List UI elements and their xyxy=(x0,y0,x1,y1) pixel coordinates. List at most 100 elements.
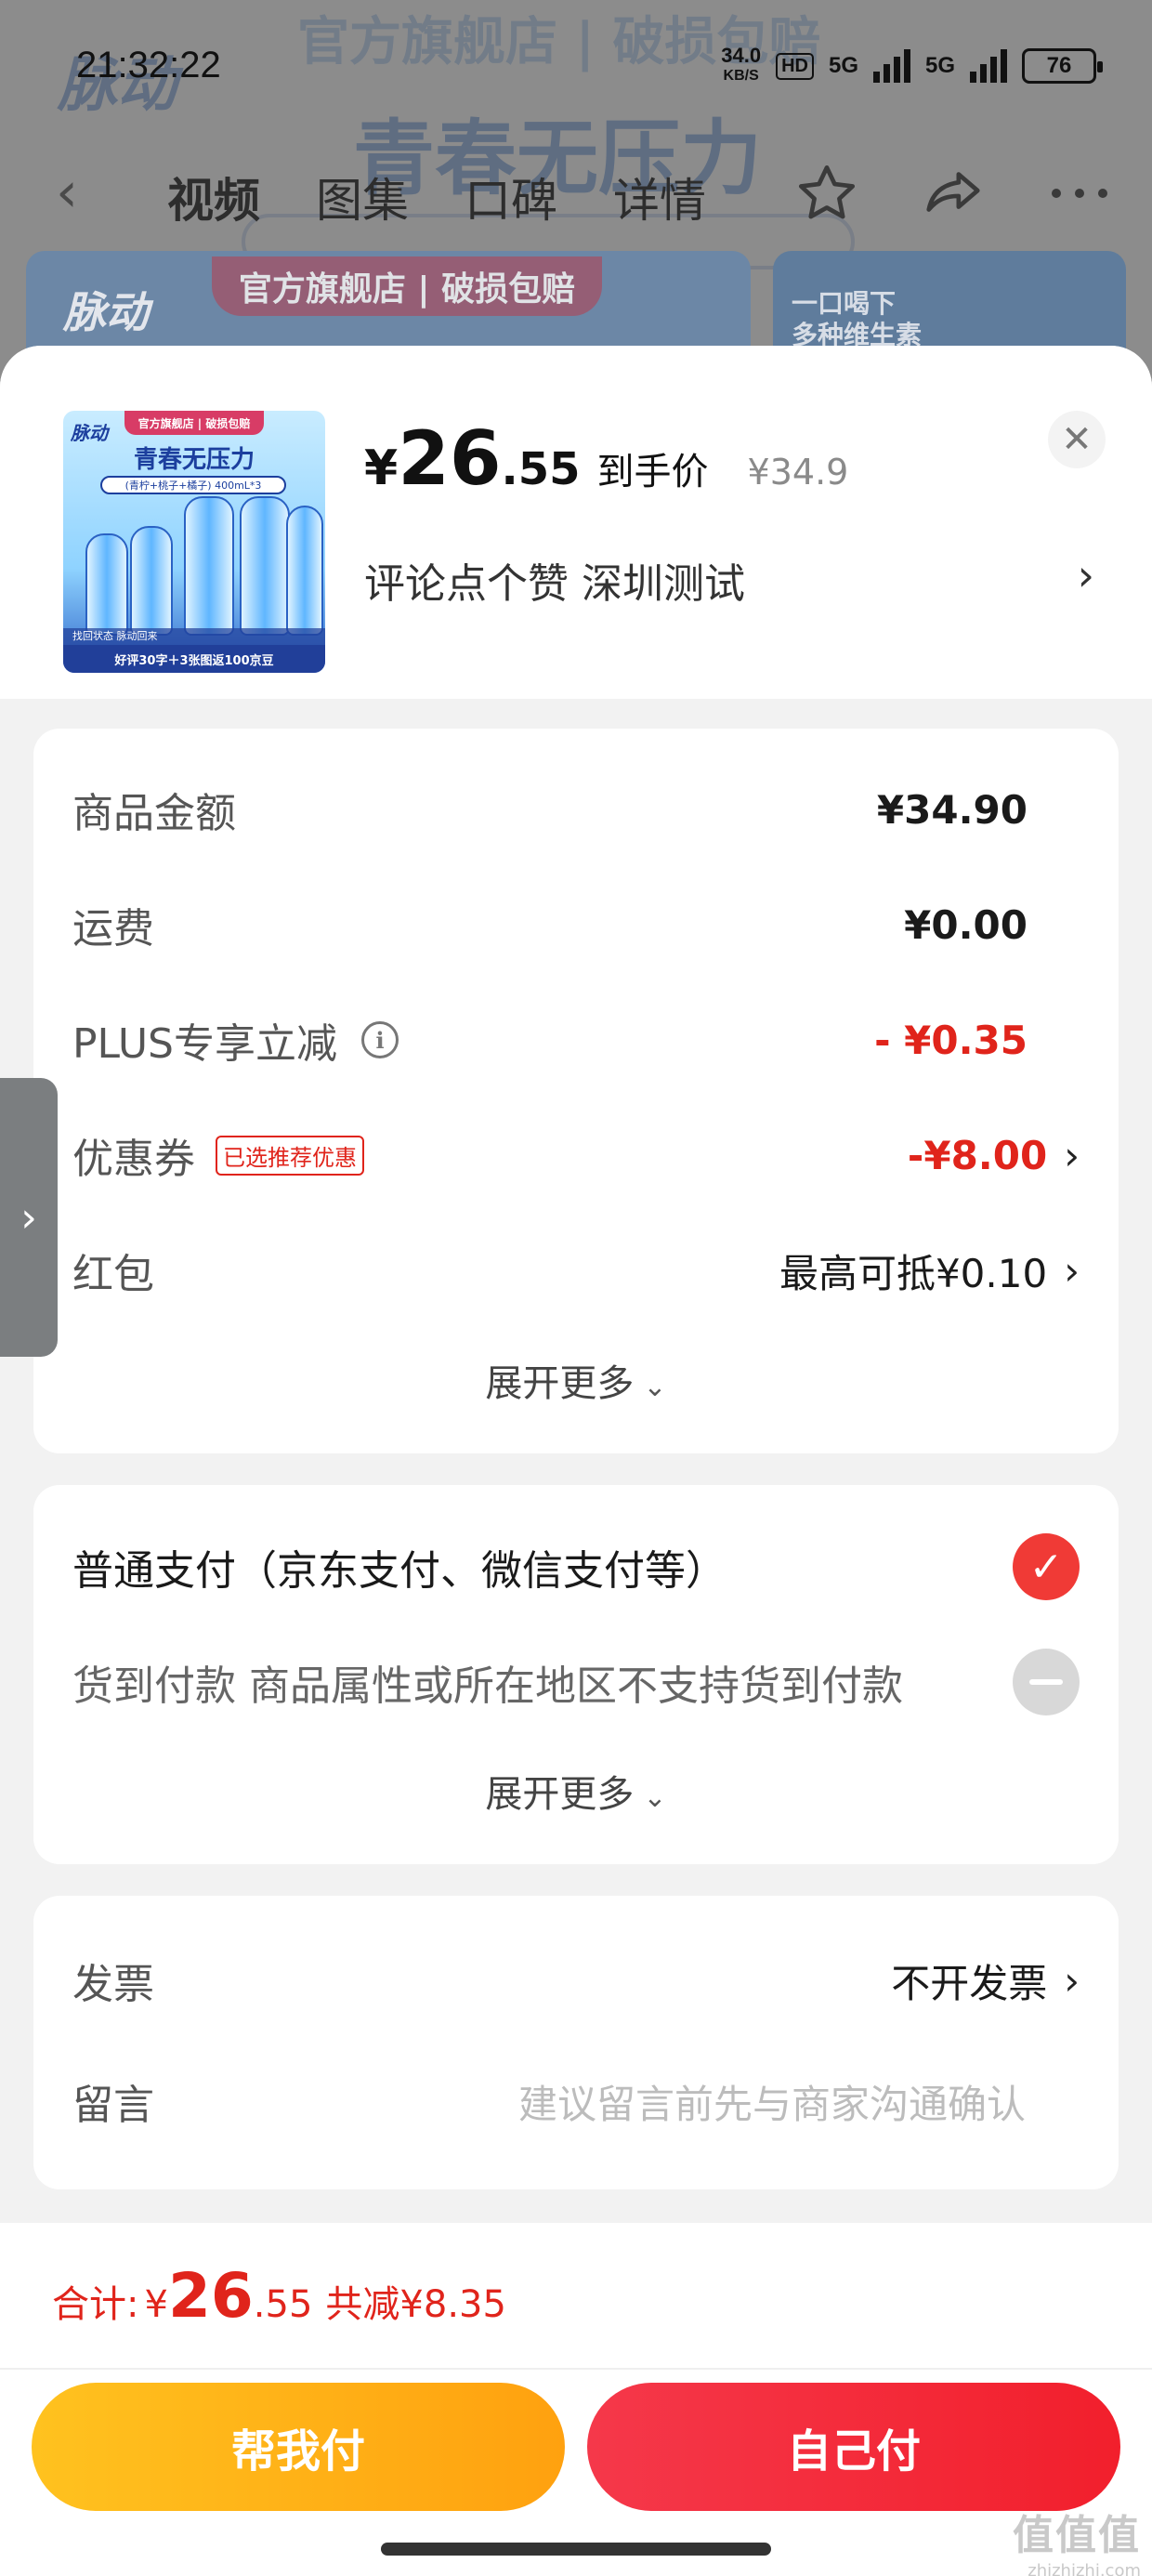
help-pay-button[interactable]: 帮我付 xyxy=(32,2383,565,2511)
product-image-promo: 好评30字＋3张图返100京豆 xyxy=(63,645,325,673)
payment-option-normal[interactable]: 普通支付（京东支付、微信支付等） ✓ xyxy=(72,1530,1080,1604)
star-icon[interactable] xyxy=(792,158,862,229)
hd-icon: HD xyxy=(776,52,814,80)
plus-discount-value: - ¥0.35 xyxy=(874,1017,1028,1063)
goods-amount-value: ¥34.90 xyxy=(876,786,1028,833)
original-price: ¥34.9 xyxy=(747,452,849,493)
red-packet-value-wrap: 最高可抵¥0.10 › xyxy=(779,1242,1080,1299)
product-nav-bar: ‹ 视频 图集 口碑 详情 xyxy=(0,149,1152,232)
divider xyxy=(0,2368,1152,2370)
message-label: 留言 xyxy=(72,2082,154,2129)
product-image-slogan: 青春无压力 xyxy=(133,446,255,474)
price-breakdown-card: 商品金额 ¥34.90 运费 ¥0.00 PLUS专享立减 i - ¥0.35 … xyxy=(33,729,1119,1453)
invoice-message-card: 发票 不开发票 › 留言 建议留言前先与商家沟通确认 xyxy=(33,1896,1119,2189)
bottle-image xyxy=(184,496,234,636)
bottle-image xyxy=(130,526,173,636)
goods-amount-label: 商品金额 xyxy=(72,790,236,837)
coupon-label: 优惠券 xyxy=(72,1136,195,1183)
side-expand-tab[interactable]: › xyxy=(0,1078,58,1357)
nav-tabs: 视频 图集 口碑 详情 xyxy=(167,164,706,230)
chevron-right-icon[interactable]: › xyxy=(1078,550,1094,600)
close-button[interactable]: ✕ xyxy=(1048,411,1106,468)
payment-option-cod: 货到付款 商品属性或所在地区不支持货到付款 xyxy=(72,1645,1080,1719)
red-packet-row[interactable]: 红包 最高可抵¥0.10 › xyxy=(72,1238,1080,1303)
expand-more-payment[interactable]: 展开更多 ⌄ xyxy=(33,1764,1119,1818)
bg-card-ribbon: 官方旗舰店 | 破损包赔 xyxy=(212,256,602,316)
plus-discount-label-wrap: PLUS专享立减 i xyxy=(72,1010,399,1070)
message-input[interactable]: 建议留言前先与商家沟通确认 xyxy=(518,2073,1026,2130)
bg-card-logo: 脉动 xyxy=(63,287,149,337)
payment-normal-label: 普通支付（京东支付、微信支付等） xyxy=(72,1547,727,1595)
shipping-label: 运费 xyxy=(72,905,154,953)
bottle-image xyxy=(85,533,128,636)
chevron-down-icon: ⌄ xyxy=(643,1371,667,1403)
home-indicator[interactable] xyxy=(381,2543,771,2556)
product-spec[interactable]: 评论点个赞 深圳测试 xyxy=(364,550,745,610)
total-currency: ¥ xyxy=(144,2283,168,2326)
info-icon[interactable]: i xyxy=(361,1021,399,1058)
expand-more-label: 展开更多 xyxy=(485,1773,635,1816)
payment-method-card: 普通支付（京东支付、微信支付等） ✓ 货到付款 商品属性或所在地区不支持货到付款… xyxy=(33,1485,1119,1864)
share-icon[interactable] xyxy=(918,158,988,229)
network-speed: 34.0 KB/S xyxy=(721,46,761,86)
watermark-main: 值值值 xyxy=(1013,2512,1141,2559)
disabled-icon xyxy=(1013,1649,1080,1715)
bottle-image xyxy=(240,496,290,636)
shipping-value: ¥0.00 xyxy=(904,901,1028,948)
total-label: 合计: xyxy=(52,2283,139,2326)
checkmark-icon[interactable]: ✓ xyxy=(1013,1533,1080,1600)
total-integer: 26 xyxy=(167,2260,254,2332)
chevron-right-icon: › xyxy=(20,1193,37,1242)
chevron-right-icon: › xyxy=(1064,1247,1080,1294)
tab-gallery[interactable]: 图集 xyxy=(316,164,409,230)
chevron-down-icon: ⌄ xyxy=(643,1781,667,1814)
battery-level: 76 xyxy=(1046,53,1072,78)
status-time: 21:32:22 xyxy=(76,45,221,85)
chevron-right-icon: › xyxy=(1064,1957,1080,2004)
bg-card-text: 一口喝下 多种维生素 xyxy=(792,288,923,350)
tab-reviews[interactable]: 口碑 xyxy=(465,164,557,230)
nav-actions xyxy=(792,158,1115,229)
coupon-row[interactable]: 优惠券 已选推荐优惠 -¥8.00 › xyxy=(72,1123,1080,1188)
coupon-label-wrap: 优惠券 已选推荐优惠 xyxy=(72,1125,364,1185)
product-summary: 官方旗舰店 | 破损包赔 脉动 青春无压力 (青柠+桃子+橘子) 400mL*3… xyxy=(0,346,1152,699)
message-row[interactable]: 留言 建议留言前先与商家沟通确认 xyxy=(72,2069,1080,2134)
checkout-footer: 合计: ¥ 26 .55 共减¥8.35 帮我付 自己付 值值值 zhizhiz… xyxy=(0,2223,1152,2576)
network-type-2: 5G xyxy=(924,53,955,78)
back-arrow-icon[interactable]: ‹ xyxy=(56,160,78,225)
network-type-1: 5G xyxy=(828,53,858,78)
watermark: 值值值 zhizhizhi.com xyxy=(1013,2502,1141,2576)
price-integer: 26 xyxy=(398,415,502,502)
coupon-value: -¥8.00 xyxy=(907,1132,1048,1178)
tab-details[interactable]: 详情 xyxy=(613,164,706,230)
coupon-value-wrap: -¥8.00 › xyxy=(908,1133,1080,1178)
product-image-tagline: 找回状态 脉动回来 xyxy=(63,628,325,645)
signal-icon-2 xyxy=(970,49,1007,83)
payment-cod-label: 货到付款 商品属性或所在地区不支持货到付款 xyxy=(72,1663,903,1710)
tab-video[interactable]: 视频 xyxy=(167,164,260,230)
invoice-value-wrap: 不开发票 › xyxy=(891,1952,1080,2009)
close-icon: ✕ xyxy=(1061,418,1093,461)
invoice-row[interactable]: 发票 不开发票 › xyxy=(72,1948,1080,2013)
invoice-value: 不开发票 xyxy=(891,1960,1048,2006)
plus-discount-label: PLUS专享立减 xyxy=(72,1020,337,1068)
price-decimal: .55 xyxy=(501,443,581,495)
expand-more-label: 展开更多 xyxy=(485,1362,635,1405)
self-pay-button[interactable]: 自己付 xyxy=(587,2383,1120,2511)
more-icon[interactable] xyxy=(1044,158,1115,229)
total-savings: 共减¥8.35 xyxy=(325,2283,506,2326)
status-icons: 34.0 KB/S HD 5G 5G 76 xyxy=(721,45,1103,87)
shipping-row: 运费 ¥0.00 xyxy=(72,892,1080,957)
goods-amount-row: 商品金额 ¥34.90 xyxy=(72,777,1080,842)
price-currency: ¥ xyxy=(364,440,399,496)
final-price: ¥ 26 .55 到手价 ¥34.9 xyxy=(364,415,849,502)
product-image-spec: (青柠+桃子+橘子) 400mL*3 xyxy=(100,476,286,494)
battery-icon: 76 xyxy=(1022,48,1103,84)
total-decimal: .55 xyxy=(253,2283,313,2326)
expand-more-fees[interactable]: 展开更多 ⌄ xyxy=(33,1353,1119,1407)
red-packet-value: 最高可抵¥0.10 xyxy=(779,1250,1048,1296)
total-summary: 合计: ¥ 26 .55 共减¥8.35 xyxy=(52,2266,506,2328)
network-speed-unit: KB/S xyxy=(723,68,759,84)
invoice-label: 发票 xyxy=(72,1961,154,2008)
coupon-badge: 已选推荐优惠 xyxy=(216,1135,364,1176)
